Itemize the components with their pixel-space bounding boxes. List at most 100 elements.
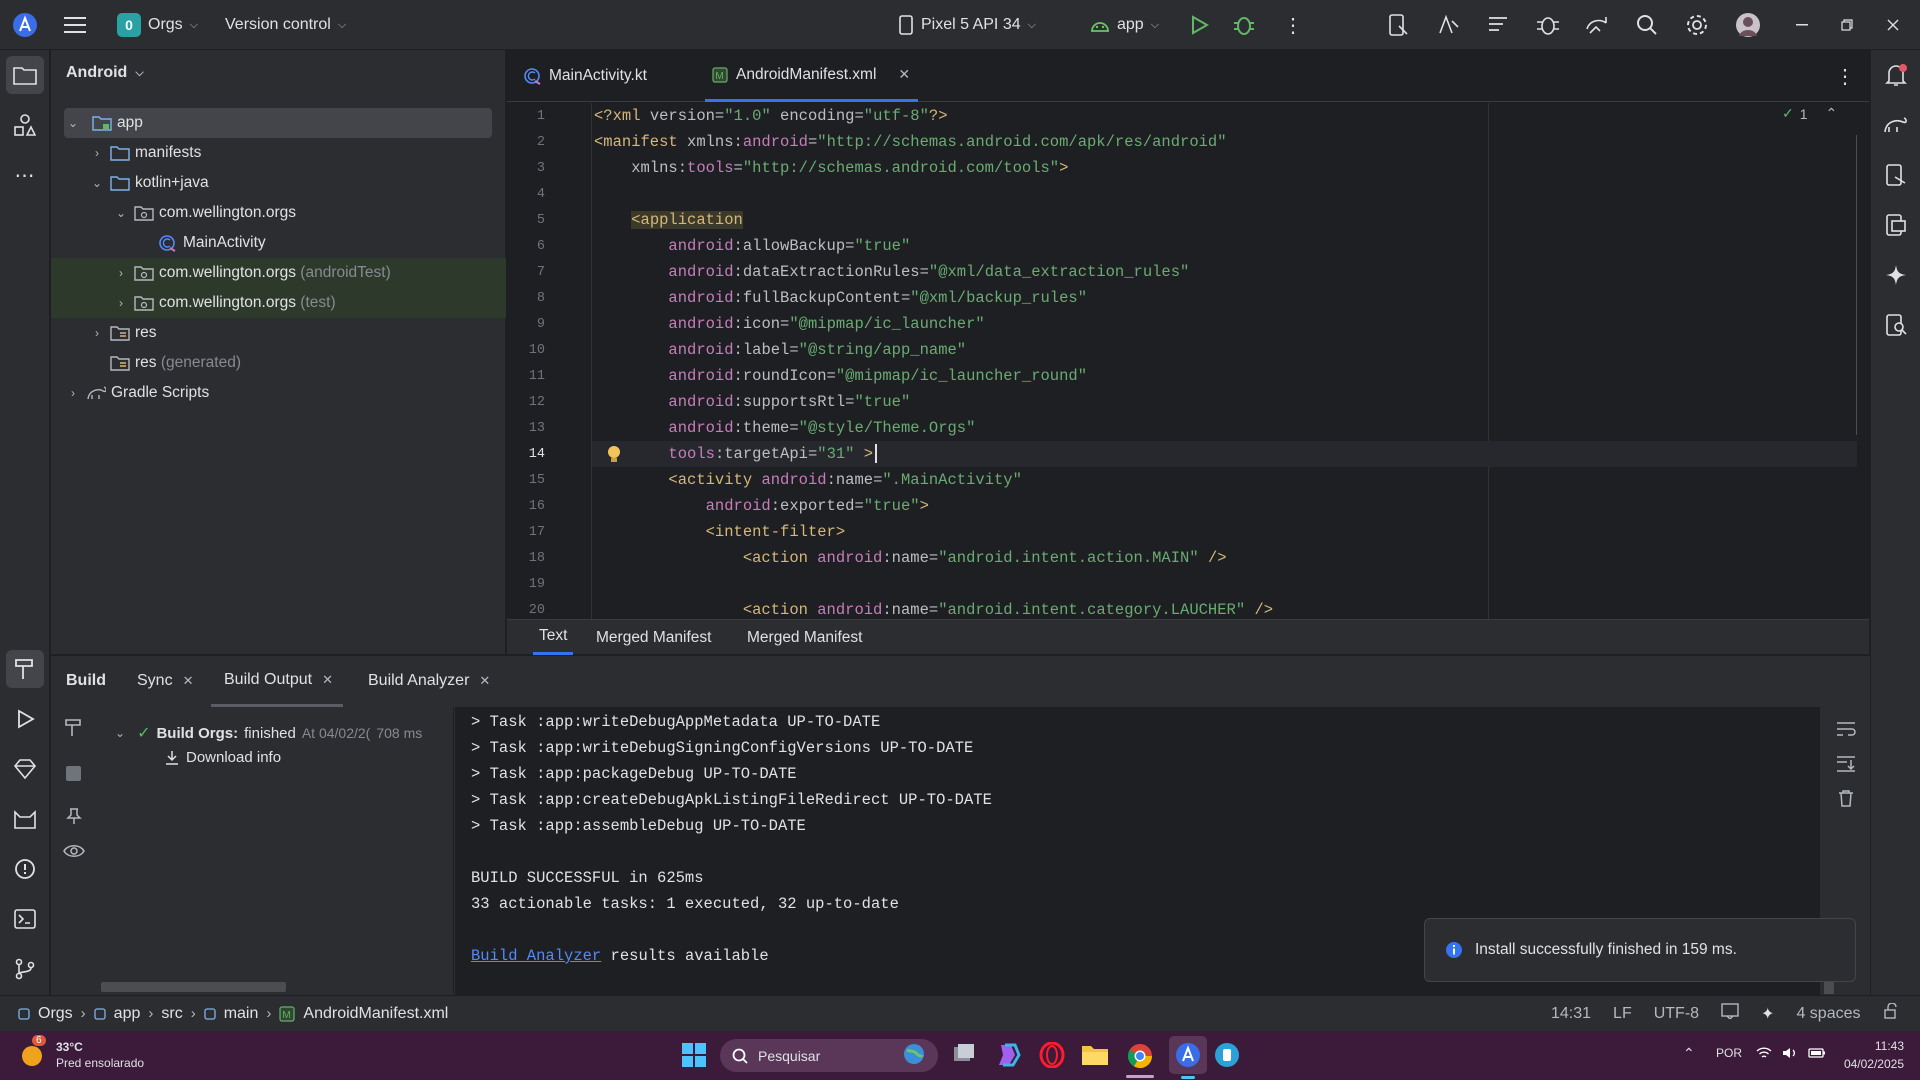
line-number[interactable]: 6 [507,239,545,254]
chrome-icon[interactable] [1126,1042,1154,1074]
rebuild-hammer-icon[interactable] [64,717,84,741]
line-number[interactable]: 3 [507,161,545,176]
code-line[interactable]: <application [594,207,743,233]
tree-item-package-androidtest[interactable]: › com.wellington.orgs (androidTest) [51,258,506,288]
lightbulb-icon[interactable] [601,441,627,467]
code-line[interactable]: android:theme="@style/Theme.Orgs" [594,415,975,441]
close-tab-icon[interactable]: ✕ [898,66,910,83]
tab-androidmanifest[interactable]: M AndroidManifest.xml ✕ [705,50,919,102]
run-tool-icon[interactable] [6,700,44,738]
taskbar-search[interactable]: Pesquisar [720,1039,938,1072]
line-separator[interactable]: LF [1613,1005,1632,1023]
settings-gear-icon[interactable] [1685,0,1709,50]
line-number[interactable]: 12 [507,395,545,410]
line-number[interactable]: 9 [507,317,545,332]
project-view-selector[interactable]: Android ⌵ [66,64,144,82]
line-number[interactable]: 13 [507,421,545,436]
input-language[interactable]: POR [1716,1046,1742,1060]
ai-sparkle-icon[interactable]: ✦ [1761,1004,1774,1024]
device-file-explorer-icon[interactable] [1877,156,1915,194]
minimize-icon[interactable] [1796,0,1808,50]
tab-build-analyzer[interactable]: Build Analyzer ✕ [368,655,490,707]
line-number[interactable]: 20 [507,603,545,618]
logcat-cat-icon[interactable] [6,800,44,838]
chevron-down-icon[interactable]: ⌄ [1855,105,1857,122]
running-devices-icon[interactable] [1877,206,1915,244]
close-tab-icon[interactable]: ✕ [183,673,194,689]
line-number[interactable]: 1 [507,109,545,124]
code-line[interactable]: <manifest xmlns:android="http://schemas.… [594,129,1227,155]
console-scrollbar[interactable] [1824,982,1834,994]
system-tray[interactable] [1756,1046,1826,1060]
debug-button[interactable] [1233,0,1255,50]
close-tab-icon[interactable]: ✕ [322,672,333,688]
install-notification[interactable]: Install successfully finished in 159 ms. [1424,918,1856,982]
code-line[interactable]: android:allowBackup="true" [594,233,910,259]
run-config-selector[interactable]: app ⌵ [1090,0,1159,50]
eye-icon[interactable] [63,843,85,863]
soft-wrap-icon[interactable] [1836,721,1856,741]
user-avatar[interactable] [1735,0,1761,50]
tree-item-app[interactable]: ⌄ app [64,108,492,138]
build-analyzer-link[interactable]: Build Analyzer [471,947,601,965]
editor-scrollbar[interactable] [1856,135,1857,435]
tree-item-gradle-scripts[interactable]: › Gradle Scripts [64,378,492,408]
resource-manager-icon[interactable] [6,106,44,144]
breadcrumb-item[interactable]: Orgs [38,1005,73,1023]
tree-item-mainactivity[interactable]: MainActivity [64,228,492,258]
line-number[interactable]: 17 [507,525,545,540]
code-line[interactable]: tools:targetApi="31" > [594,441,878,467]
indent-setting[interactable]: 4 spaces [1796,1005,1860,1023]
code-line[interactable]: <activity android:name=".MainActivity" [594,467,1021,493]
restore-icon[interactable] [1841,0,1853,50]
file-explorer-icon[interactable] [1081,1043,1109,1071]
code-editor[interactable]: ✓ 1 ⌃ ⌄ <?xml version="1.0" encoding="ut… [591,103,1857,619]
code-line[interactable]: android:icon="@mipmap/ic_launcher" [594,311,984,337]
breadcrumb-item[interactable]: app [114,1005,141,1023]
code-line[interactable]: <action android:name="android.intent.act… [594,545,1227,571]
clock[interactable]: 11:43 04/02/2025 [1832,1037,1904,1073]
windows-start-icon[interactable] [682,1043,706,1071]
logcat-icon[interactable] [1486,0,1510,50]
pin-icon[interactable] [65,807,83,829]
main-menu-icon[interactable] [64,0,86,50]
line-number[interactable]: 19 [507,577,545,592]
breadcrumb-item[interactable]: main [224,1005,259,1023]
weather-widget[interactable]: 6 33°C Pred ensolarado [18,1035,144,1071]
breadcrumb-item[interactable]: src [161,1005,182,1023]
version-control-menu[interactable]: Version control ⌵ [225,0,346,50]
code-line[interactable]: android:supportsRtl="true" [594,389,910,415]
tab-merged-manifest[interactable]: Merged Manifest [596,620,711,655]
run-button[interactable] [1189,0,1209,50]
opera-icon[interactable] [1039,1041,1065,1072]
code-line[interactable]: android:exported="true"> [594,493,929,519]
clear-trash-icon[interactable] [1837,789,1855,811]
chevron-up-icon[interactable]: ⌃ [1826,105,1838,122]
sync-gradle-icon[interactable] [1584,0,1610,50]
tree-item-manifests[interactable]: › manifests [64,138,492,168]
breadcrumb-item[interactable]: AndroidManifest.xml [303,1005,448,1023]
tab-build-output[interactable]: Build Output ✕ [211,655,343,707]
project-selector[interactable]: 0 Orgs ⌵ [117,0,198,50]
inspection-widget[interactable]: ✓ 1 ⌃ ⌄ [1782,105,1857,122]
close-tab-icon[interactable]: ✕ [479,673,490,689]
terminal-icon[interactable] [6,900,44,938]
code-line[interactable]: xmlns:tools="http://schemas.android.com/… [594,155,1068,181]
caret-position[interactable]: 14:31 [1551,1005,1591,1023]
line-number[interactable]: 18 [507,551,545,566]
code-line[interactable]: android:roundIcon="@mipmap/ic_launcher_r… [594,363,1087,389]
apply-changes-icon[interactable] [1436,0,1460,50]
problems-icon[interactable] [6,850,44,888]
line-number[interactable]: 5 [507,213,545,228]
line-number[interactable]: 15 [507,473,545,488]
more-actions-icon[interactable]: ⋮ [1283,0,1303,50]
copilot-icon[interactable] [995,1042,1021,1072]
tree-item-package-test[interactable]: › com.wellington.orgs (test) [51,288,506,318]
file-encoding[interactable]: UTF-8 [1654,1005,1699,1023]
code-line[interactable]: android:dataExtractionRules="@xml/data_e… [594,259,1189,285]
line-number[interactable]: 11 [507,369,545,384]
code-line[interactable]: android:label="@string/app_name" [594,337,966,363]
reader-mode-icon[interactable] [1721,1003,1739,1024]
build-tree-root[interactable]: ⌄ ✓ Build Orgs: finished At 04/02/2( 708… [115,723,445,743]
profiler-icon[interactable] [1535,0,1561,50]
